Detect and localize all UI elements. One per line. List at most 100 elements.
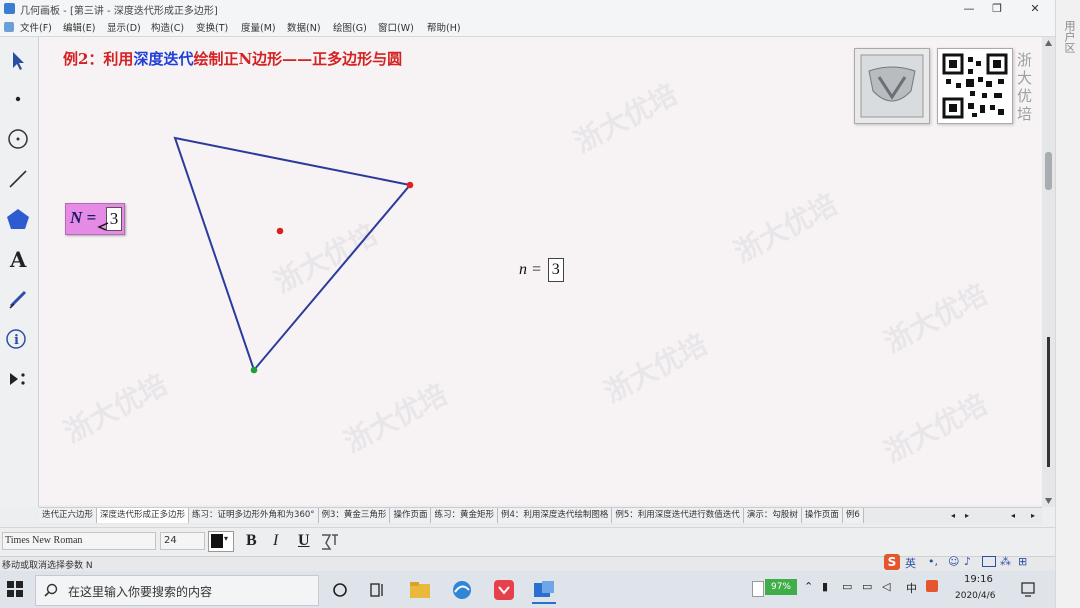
tab-page[interactable]: 练习：证明多边形外角和为360° — [189, 508, 319, 523]
chevron-down-icon: ▾ — [224, 534, 229, 543]
taskbar-search-box[interactable]: 在这里输入你要搜索的内容 — [35, 575, 319, 606]
tab-next-icon[interactable]: ▸ — [965, 511, 969, 520]
polygon-icon — [7, 209, 29, 229]
doc-icon — [4, 22, 14, 32]
tab-page-active[interactable]: 深度迭代形成正多边形 — [97, 508, 190, 523]
sketch-canvas[interactable]: 浙大优培 浙大优培 浙大优培 浙大优培 浙大优培 浙大优培 浙大优培 浙大优培 … — [39, 37, 1042, 505]
menu-construct[interactable]: 构造(C) — [151, 20, 184, 34]
bold-button[interactable]: B — [246, 532, 257, 550]
tab-prev-icon[interactable]: ◂ — [951, 511, 955, 520]
mic-icon[interactable]: ♪ — [964, 555, 971, 568]
svg-text:i: i — [14, 333, 19, 348]
tab-page[interactable]: 演示：勾股树 — [743, 508, 802, 523]
vertex-point-green[interactable] — [250, 366, 258, 374]
clock-time[interactable]: 19:16 — [964, 574, 993, 585]
cortana-icon[interactable] — [328, 578, 352, 602]
sketchpad-app-icon[interactable] — [532, 578, 556, 604]
tab-page[interactable]: 例4：利用深度迭代绘制图格 — [497, 508, 613, 523]
tray-ime-icon[interactable]: 中 — [906, 580, 917, 596]
menu-help[interactable]: 帮助(H) — [427, 20, 461, 34]
tab-page[interactable]: 迭代正六边形 — [39, 508, 98, 523]
font-size-select[interactable]: 24 — [160, 532, 205, 550]
arrow-icon — [13, 52, 24, 70]
display-icon[interactable]: ▭ — [862, 580, 872, 593]
toolbox: A i — [0, 37, 39, 507]
vertical-scrollbar[interactable] — [1042, 37, 1055, 507]
custom-tool[interactable] — [3, 363, 33, 395]
font-family-select[interactable]: Times New Roman — [2, 532, 156, 550]
tab-page[interactable]: 例6 — [842, 508, 864, 523]
windows-start-icon[interactable] — [7, 581, 23, 597]
line-tool[interactable] — [3, 163, 33, 195]
n-label: n = — [519, 261, 542, 278]
ime-punct-icon[interactable]: •, — [928, 555, 938, 568]
hscroll-left-icon[interactable]: ◂ — [1011, 511, 1015, 520]
hscroll-right-icon[interactable]: ▸ — [1031, 511, 1035, 520]
center-point[interactable] — [276, 227, 284, 235]
windows-taskbar: 在这里输入你要搜索的内容 97% ⌃ ▮ ▭ ▭ ◁ 中 19:16 2020/… — [0, 571, 1055, 608]
maximize-button[interactable]: ❐ — [983, 1, 1011, 17]
text-a-icon: A — [9, 247, 27, 271]
battery-badge[interactable]: 97% — [765, 579, 797, 595]
italic-button[interactable]: I — [273, 532, 278, 550]
sogou-icon[interactable]: S — [884, 554, 900, 570]
scroll-thumb[interactable] — [1045, 152, 1052, 190]
text-format-bar: Times New Roman 24 ▾ B I U — [0, 527, 1055, 553]
search-icon — [44, 583, 58, 597]
file-explorer-icon[interactable] — [408, 578, 432, 602]
menu-file[interactable]: 文件(F) — [20, 20, 52, 34]
tab-page[interactable]: 操作页面 — [390, 508, 432, 523]
tab-page[interactable]: 例3：黄金三角形 — [318, 508, 391, 523]
clock-date[interactable]: 2020/4/6 — [955, 591, 995, 601]
usb-icon[interactable] — [752, 581, 764, 597]
tray-usb-icon[interactable]: ▮ — [822, 580, 828, 593]
regular-polygon[interactable] — [173, 136, 412, 372]
keyboard-icon[interactable] — [982, 556, 996, 567]
close-button[interactable]: ✕ — [1021, 1, 1049, 17]
menu-graph[interactable]: 绘图(G) — [333, 20, 367, 34]
emoji-icon[interactable]: ☺ — [948, 555, 959, 568]
menu-display[interactable]: 显示(D) — [107, 20, 141, 34]
marker-tool[interactable] — [3, 283, 33, 315]
underline-button[interactable]: U — [298, 532, 310, 550]
tray-chevron-icon[interactable]: ⌃ — [804, 580, 813, 593]
play-more-icon — [10, 373, 25, 385]
menu-edit[interactable]: 编辑(E) — [63, 20, 95, 34]
menu-transform[interactable]: 变换(T) — [196, 20, 228, 34]
tab-page[interactable]: 操作页面 — [801, 508, 843, 523]
tab-page[interactable]: 例5：利用深度迭代进行数值迭代 — [612, 508, 744, 523]
task-view-icon[interactable] — [366, 578, 390, 602]
point-icon — [15, 96, 21, 102]
n-measurement[interactable]: n = 3 — [519, 258, 564, 282]
point-tool[interactable] — [3, 83, 33, 115]
volume-icon[interactable]: ◁ — [882, 580, 890, 593]
info-icon: i — [6, 329, 26, 349]
skin-icon[interactable]: ⁂ — [1000, 555, 1011, 568]
select-arrow-tool[interactable] — [3, 45, 33, 77]
minimize-button[interactable]: — — [955, 1, 983, 17]
scroll-up-icon[interactable] — [1044, 39, 1053, 47]
compass-tool[interactable] — [3, 123, 33, 155]
scroll-down-icon[interactable] — [1044, 497, 1053, 505]
tab-page[interactable]: 练习：黄金矩形 — [431, 508, 498, 523]
ime-menu-icon[interactable]: ⊞ — [1018, 555, 1027, 568]
text-color-picker[interactable]: ▾ — [208, 531, 234, 552]
tray-sogou-icon[interactable] — [926, 580, 938, 592]
text-tool[interactable]: A — [3, 243, 33, 275]
side-panel-label: 用户区 — [1063, 20, 1076, 53]
search-placeholder: 在这里输入你要搜索的内容 — [68, 585, 213, 599]
edge-browser-icon[interactable] — [450, 578, 474, 602]
vertex-point-red[interactable] — [406, 181, 414, 189]
symbol-palette-icon[interactable] — [320, 531, 340, 551]
ime-language[interactable]: 英 — [905, 555, 916, 571]
notification-icon[interactable] — [1020, 581, 1036, 597]
menu-window[interactable]: 窗口(W) — [378, 20, 414, 34]
pen-icon — [9, 290, 27, 309]
menu-measure[interactable]: 度量(M) — [241, 20, 276, 34]
ime-toolbar: S 英 •, ☺ ♪ ⁂ ⊞ — [884, 553, 1039, 571]
polygon-tool[interactable] — [3, 203, 33, 235]
info-tool[interactable]: i — [3, 323, 33, 355]
wps-icon[interactable] — [492, 578, 516, 602]
network-icon[interactable]: ▭ — [842, 580, 852, 593]
menu-data[interactable]: 数据(N) — [287, 20, 321, 34]
